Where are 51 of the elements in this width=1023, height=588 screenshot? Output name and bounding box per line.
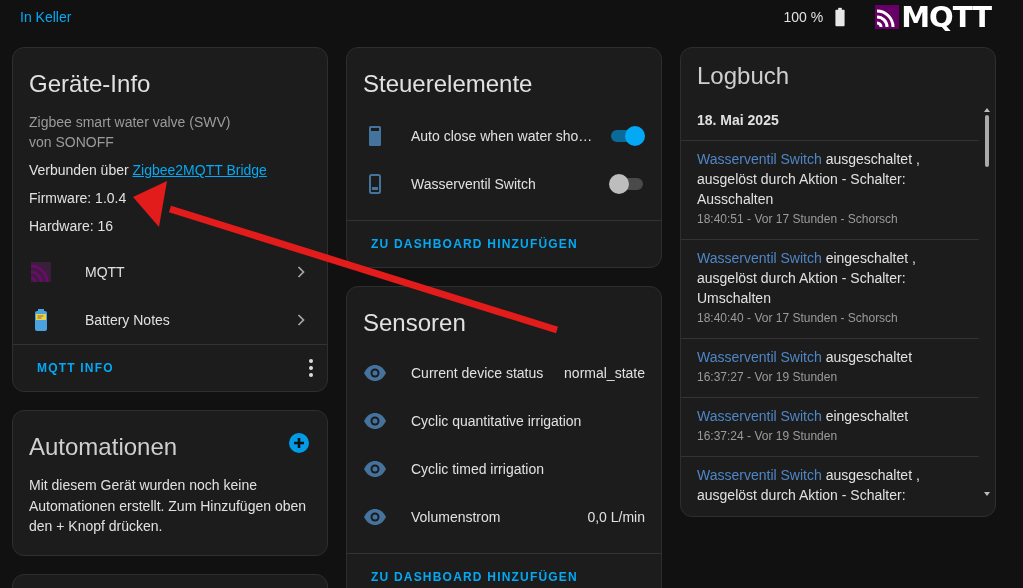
card-title: Automationen — [28, 432, 178, 462]
log-entry-time: 16:37:27 - Vor 19 Stunden — [697, 369, 839, 386]
add-to-dashboard-button[interactable]: ZU DASHBOARD HINZUFÜGEN — [355, 562, 594, 588]
mqtt-logo: MQTT — [875, 2, 991, 31]
entity-link[interactable]: Wasserventil Switch — [697, 467, 822, 483]
sensor-label: Volumenstrom — [411, 509, 502, 525]
card-title: Geräte-Info — [28, 69, 152, 99]
sensor-label: Cyclic quantitative irrigation — [411, 413, 583, 429]
sensor-value: 0,0 L/min — [587, 509, 645, 525]
signal-icon — [875, 4, 900, 29]
log-entry-text: Wasserventil Switch ausgeschaltet , ausgelöst durch Aktion - Schalter: Ausschalten — [697, 150, 921, 209]
bridge-link[interactable]: Zigbee2MQTT Bridge — [132, 162, 267, 178]
toggle-switch[interactable] — [609, 174, 645, 194]
card-title: Sensoren — [362, 308, 467, 338]
date-heading: 18. Mai 2025 — [681, 108, 979, 141]
area-link[interactable]: In Keller — [20, 8, 784, 25]
connection-text: Verbunden über Zigbee2MQTT Bridge — [29, 161, 268, 180]
control-label: Auto close when water sho… — [411, 128, 594, 144]
entity-link[interactable]: Wasserventil Switch — [697, 349, 822, 365]
device-model: Zigbee smart water valve (SWV) — [29, 113, 232, 132]
sensor-label: Current device status — [411, 365, 545, 381]
add-icon — [287, 431, 311, 455]
entity-link[interactable]: Wasserventil Switch — [697, 151, 822, 167]
add-to-dashboard-button[interactable]: ZU DASHBOARD HINZUFÜGEN — [355, 229, 594, 259]
hardware-text: Hardware: 16 — [29, 217, 115, 236]
log-entry-time: 18:40:40 - Vor 17 Stunden - Schorsch — [697, 310, 899, 327]
manufacturer-text: von SONOFF — [29, 133, 115, 152]
integration-item[interactable]: MQTT — [13, 248, 327, 296]
entity-link[interactable]: Wasserventil Switch — [697, 408, 822, 424]
add-button[interactable] — [287, 431, 311, 455]
log-entry-text: Wasserventil Switch eingeschaltet , ausgelöst durch Aktion - Schalter: Umschalten — [697, 249, 917, 308]
more-icon — [309, 359, 313, 377]
log-entry-text: Wasserventil Switch ausgeschaltet — [697, 348, 914, 367]
integration-item[interactable]: Battery Notes — [13, 296, 327, 344]
firmware-text: Firmware: 1.0.4 — [29, 189, 128, 208]
mqtt-info-button[interactable]: MQTT INFO — [21, 353, 130, 383]
card-title: Steuerelemente — [362, 69, 534, 99]
card-title: Logbuch — [696, 61, 791, 91]
log-entry-text: Wasserventil Switch eingeschaltet — [697, 407, 910, 426]
scrollbar[interactable] — [984, 108, 990, 496]
toggle-switch[interactable] — [609, 126, 645, 146]
entity-link[interactable]: Wasserventil Switch — [697, 250, 822, 266]
log-entry-text: Wasserventil Switch ausgeschaltet , ausgelöst durch Aktion - Schalter: — [697, 466, 921, 505]
sensor-value: normal_state — [564, 365, 645, 381]
control-label: Wasserventil Switch — [411, 176, 537, 192]
sensor-label: Cyclic timed irrigation — [411, 461, 546, 477]
info-message: Mit diesem Gerät wurden noch keine Automationen erstellt. Zum Hinzufügen oben den + Knopf drücken. — [28, 476, 308, 536]
log-entry-time: 16:37:24 - Vor 19 Stunden — [697, 428, 839, 445]
log-entry-time: 18:40:51 - Vor 17 Stunden - Schorsch — [697, 211, 899, 228]
battery-level: 100 % — [783, 8, 824, 25]
signal-icon — [29, 260, 53, 284]
